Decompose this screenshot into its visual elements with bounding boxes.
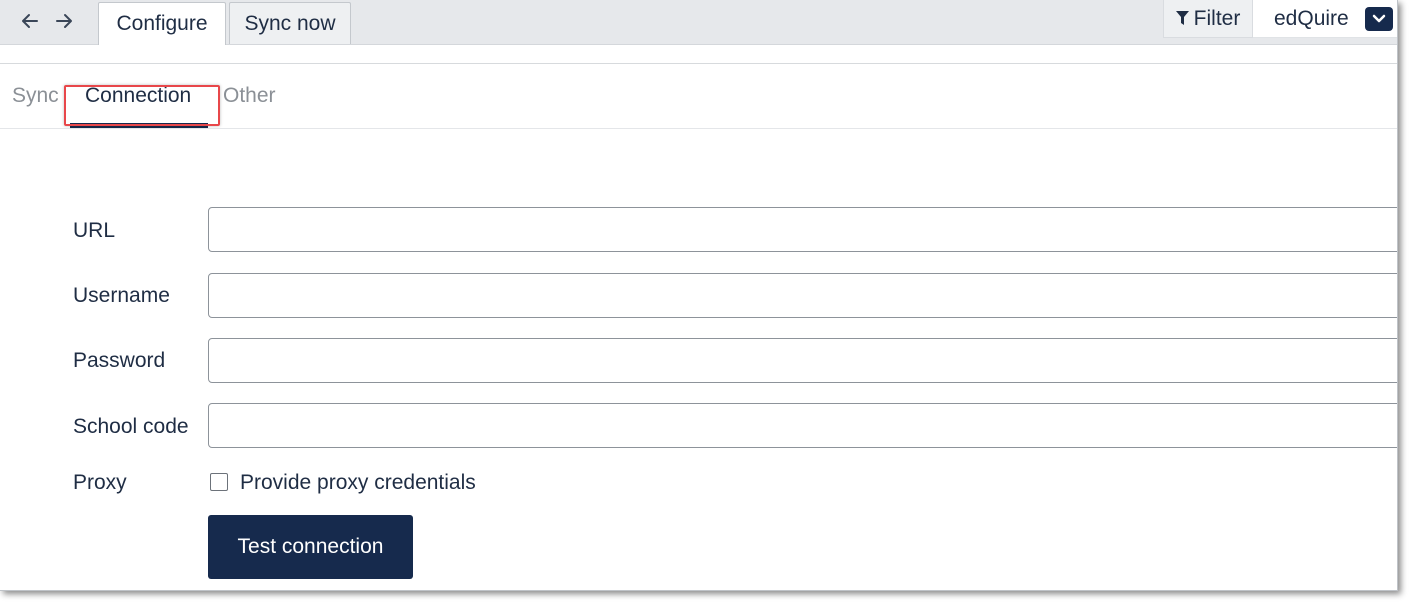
connection-settings-panel: Configure Sync now Filter edQuire Sync C… <box>0 0 1398 591</box>
back-button[interactable] <box>18 8 42 34</box>
tab-label: Sync now <box>244 11 336 35</box>
school-code-label: School code <box>73 415 189 438</box>
subtab-sync[interactable]: Sync <box>12 84 59 108</box>
proxy-credentials-label[interactable]: Provide proxy credentials <box>240 471 476 495</box>
proxy-credentials-checkbox[interactable] <box>210 473 228 491</box>
tab-configure[interactable]: Configure <box>98 2 226 45</box>
test-connection-button[interactable]: Test connection <box>208 515 413 579</box>
tab-label: Configure <box>116 12 208 35</box>
forward-button[interactable] <box>52 8 76 34</box>
proxy-label: Proxy <box>73 471 127 494</box>
account-menu-button[interactable] <box>1365 7 1393 31</box>
password-label: Password <box>73 349 166 372</box>
subtab-other[interactable]: Other <box>223 84 276 108</box>
arrow-right-icon <box>56 14 72 28</box>
arrow-left-icon <box>22 14 38 28</box>
school-code-input[interactable] <box>208 403 1397 448</box>
subtab-divider <box>0 128 1397 129</box>
toolbar-divider <box>0 63 1397 64</box>
tab-sync-now[interactable]: Sync now <box>229 2 351 44</box>
url-input[interactable] <box>208 207 1397 252</box>
filter-label: Filter <box>1193 6 1241 30</box>
filter-button[interactable]: Filter <box>1163 0 1253 38</box>
callout-highlight <box>64 85 220 126</box>
username-label: Username <box>73 284 170 307</box>
chevron-down-icon <box>1372 14 1386 23</box>
top-toolbar: Configure Sync now Filter edQuire <box>0 0 1397 45</box>
url-label: URL <box>73 219 116 242</box>
account-name: edQuire <box>1274 6 1349 30</box>
password-input[interactable] <box>208 338 1397 383</box>
account-switcher[interactable]: edQuire <box>1253 0 1397 38</box>
funnel-icon <box>1175 11 1189 25</box>
username-input[interactable] <box>208 273 1397 318</box>
